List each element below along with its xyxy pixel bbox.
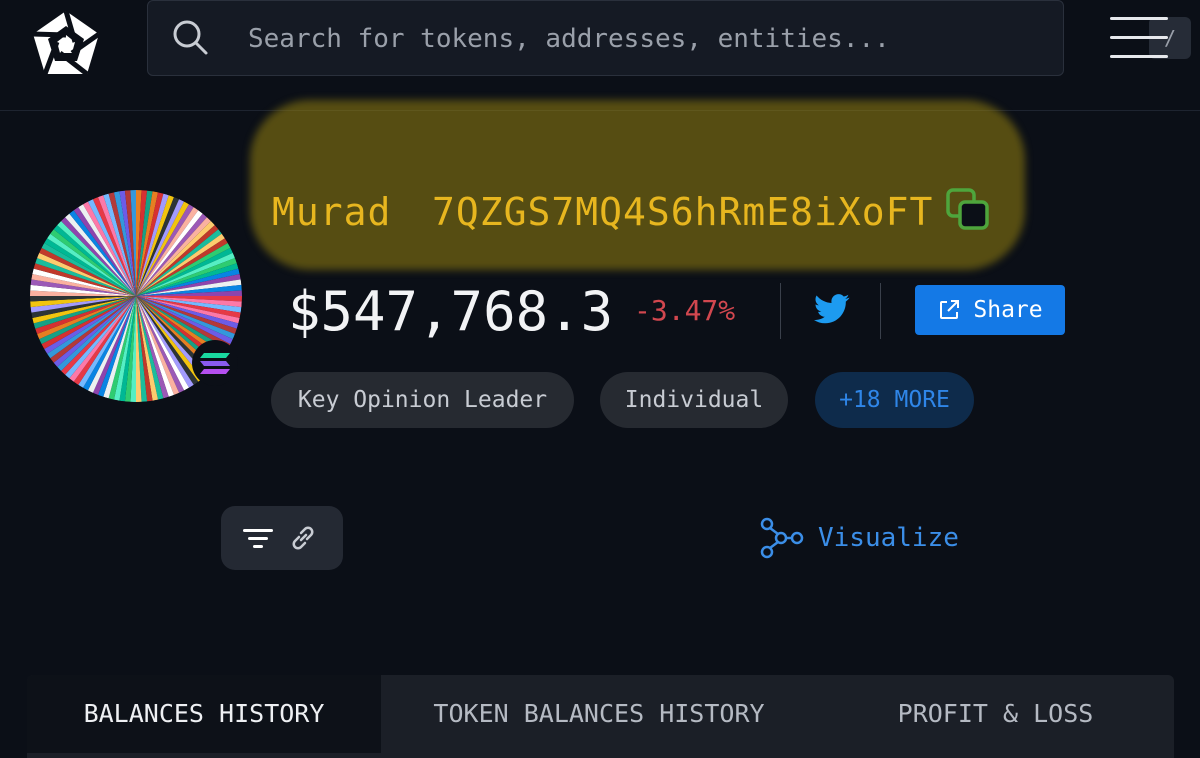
arkham-logo-icon[interactable] — [28, 8, 104, 80]
history-tabs: BALANCES HISTORY TOKEN BALANCES HISTORY … — [27, 675, 1174, 758]
search-icon — [173, 20, 208, 55]
visualize-label: Visualize — [818, 523, 959, 553]
share-label: Share — [973, 297, 1043, 323]
entity-address[interactable]: 7QZGS7MQ4S6hRmE8iXoFT — [432, 190, 932, 234]
more-tags-button[interactable]: +18 MORE — [815, 372, 974, 428]
search-bar[interactable]: / — [147, 0, 1191, 76]
link-icon[interactable] — [289, 524, 317, 552]
share-button[interactable]: Share — [915, 285, 1065, 335]
portfolio-balance: $547,768.3 — [288, 280, 614, 343]
copy-icon[interactable] — [944, 186, 992, 232]
external-link-icon — [940, 300, 960, 319]
search-input[interactable] — [248, 19, 888, 59]
balance-change: -3.47% — [634, 294, 736, 327]
entity-name: Murad — [272, 190, 392, 234]
graph-nodes-icon — [760, 517, 804, 559]
twitter-icon[interactable] — [814, 293, 850, 325]
highlight-overlay — [250, 100, 1025, 270]
tab-token-balances-history[interactable]: TOKEN BALANCES HISTORY — [381, 675, 817, 753]
divider — [880, 283, 881, 339]
hamburger-menu-icon[interactable] — [1110, 17, 1170, 59]
filter-icon[interactable] — [243, 526, 273, 550]
tag-key-opinion-leader[interactable]: Key Opinion Leader — [271, 372, 574, 428]
tag-individual[interactable]: Individual — [600, 372, 788, 428]
filter-toolbar — [221, 506, 343, 570]
tab-profit-loss[interactable]: PROFIT & LOSS — [817, 675, 1174, 753]
divider — [780, 283, 781, 339]
visualize-button[interactable]: Visualize — [758, 514, 959, 562]
tab-balances-history[interactable]: BALANCES HISTORY — [27, 675, 381, 753]
entity-avatar — [30, 190, 242, 402]
entity-page: / Murad 7QZGS7MQ4S6hRmE8iXoFT $547,768.3… — [0, 0, 1200, 758]
solana-icon — [192, 340, 238, 386]
